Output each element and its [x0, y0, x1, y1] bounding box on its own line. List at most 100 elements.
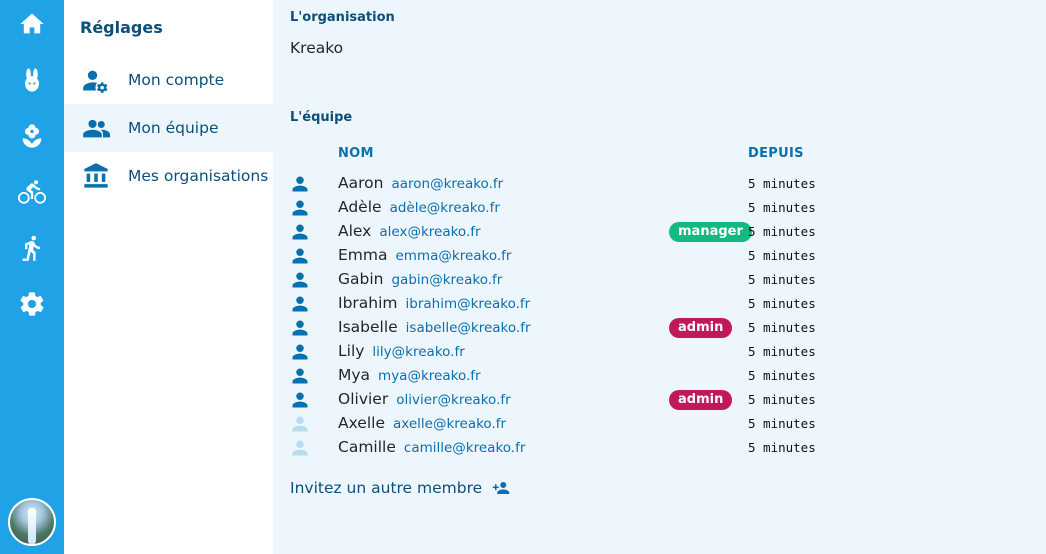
invite-member-button[interactable]: Invitez un autre membre — [290, 479, 510, 497]
bicycle-icon — [18, 180, 46, 204]
sidebar-item-label: Mon équipe — [128, 119, 219, 137]
member-name: Alex — [338, 222, 372, 240]
member-email[interactable]: olivier@kreako.fr — [396, 392, 510, 408]
user-avatar[interactable] — [8, 498, 56, 546]
organisation-name: Kreako — [290, 39, 344, 57]
team-member-row: Ibrahim ibrahim@kreako.fr 5 minutes — [273, 292, 1046, 316]
person-icon — [290, 222, 310, 242]
rabbit-icon — [25, 68, 39, 92]
person-icon — [290, 366, 310, 386]
home-button[interactable] — [14, 6, 50, 42]
member-name-cell: Aaron aaron@kreako.fr — [338, 174, 503, 192]
sidebar-item-label: Mon compte — [128, 71, 225, 89]
member-name: Emma — [338, 246, 388, 264]
member-email[interactable]: aaron@kreako.fr — [391, 176, 503, 192]
app-rail — [0, 0, 64, 554]
invite-member-label: Invitez un autre membre — [290, 479, 483, 497]
team-member-row: Lily lily@kreako.fr 5 minutes — [273, 340, 1046, 364]
member-since: 5 minutes — [748, 224, 816, 239]
member-name-cell: Mya mya@kreako.fr — [338, 366, 481, 384]
avatar-image — [28, 508, 36, 544]
member-name: Aaron — [338, 174, 384, 192]
team-member-row: Mya mya@kreako.fr 5 minutes — [273, 364, 1046, 388]
team-member-row: Gabin gabin@kreako.fr 5 minutes — [273, 268, 1046, 292]
member-name-cell: Emma emma@kreako.fr — [338, 246, 511, 264]
member-since: 5 minutes — [748, 200, 816, 215]
team-member-row: Alex alex@kreako.fr manager 5 minutes — [273, 220, 1046, 244]
bicycle-button[interactable] — [14, 174, 50, 210]
member-name-cell: Alex alex@kreako.fr — [338, 222, 481, 240]
person-icon — [290, 414, 310, 434]
member-email[interactable]: alex@kreako.fr — [379, 224, 480, 240]
member-name-cell: Axelle axelle@kreako.fr — [338, 414, 506, 432]
member-email[interactable]: isabelle@kreako.fr — [406, 320, 531, 336]
member-name: Mya — [338, 366, 371, 384]
flower-icon — [22, 124, 42, 148]
settings-button[interactable] — [14, 286, 50, 322]
person-icon — [290, 342, 310, 362]
hiking-icon — [22, 235, 41, 261]
person-icon — [290, 270, 310, 290]
person-icon — [290, 198, 310, 218]
member-name-cell: Ibrahim ibrahim@kreako.fr — [338, 294, 530, 312]
member-since: 5 minutes — [748, 416, 816, 431]
rabbit-button[interactable] — [14, 62, 50, 98]
bank-icon — [81, 161, 111, 191]
member-since: 5 minutes — [748, 440, 816, 455]
column-header-name: NOM — [338, 146, 374, 161]
hiking-button[interactable] — [14, 230, 50, 266]
person-icon — [290, 294, 310, 314]
flower-button[interactable] — [14, 118, 50, 154]
member-email[interactable]: gabin@kreako.fr — [391, 272, 502, 288]
sidebar-item-mon-compte[interactable]: Mon compte — [64, 56, 273, 104]
team-member-row: Emma emma@kreako.fr 5 minutes — [273, 244, 1046, 268]
member-since: 5 minutes — [748, 296, 816, 311]
team-member-row: Adèle adèle@kreako.fr 5 minutes — [273, 196, 1046, 220]
home-icon — [20, 13, 44, 34]
member-name-cell: Adèle adèle@kreako.fr — [338, 198, 500, 216]
member-name-cell: Gabin gabin@kreako.fr — [338, 270, 502, 288]
member-email[interactable]: emma@kreako.fr — [396, 248, 512, 264]
user-settings-icon — [81, 65, 111, 95]
sidebar-item-label: Mes organisations — [128, 167, 269, 185]
member-email[interactable]: lily@kreako.fr — [372, 344, 464, 360]
sidebar-item-mes-organisations[interactable]: Mes organisations — [64, 152, 273, 200]
team-member-row: Isabelle isabelle@kreako.fr admin 5 minutes — [273, 316, 1046, 340]
team-member-row: Camille camille@kreako.fr 5 minutes — [273, 436, 1046, 460]
member-name: Ibrahim — [338, 294, 398, 312]
member-name: Olivier — [338, 390, 389, 408]
organisation-title: L'organisation — [290, 10, 395, 25]
member-name: Adèle — [338, 198, 382, 216]
main-content: L'organisation Kreako L'équipe NOM DEPUI… — [273, 0, 1046, 554]
member-since: 5 minutes — [748, 272, 816, 287]
team-member-row: Olivier olivier@kreako.fr admin 5 minutes — [273, 388, 1046, 412]
column-header-since: DEPUIS — [748, 146, 804, 161]
member-email[interactable]: camille@kreako.fr — [404, 440, 526, 456]
sidebar-title: Réglages — [80, 18, 163, 37]
sidebar-item-mon-equipe[interactable]: Mon équipe — [64, 104, 273, 152]
person-icon — [290, 246, 310, 266]
person-icon — [290, 318, 310, 338]
settings-sidebar: Réglages Mon compte Mon équipe Mes organ… — [64, 0, 273, 554]
member-email[interactable]: adèle@kreako.fr — [390, 200, 500, 216]
member-email[interactable]: mya@kreako.fr — [378, 368, 481, 384]
member-email[interactable]: ibrahim@kreako.fr — [406, 296, 531, 312]
member-name: Gabin — [338, 270, 384, 288]
member-since: 5 minutes — [748, 368, 816, 383]
member-since: 5 minutes — [748, 344, 816, 359]
settings-gear-icon — [20, 292, 44, 316]
team-icon — [81, 113, 111, 143]
member-name: Lily — [338, 342, 365, 360]
member-since: 5 minutes — [748, 320, 816, 335]
role-badge: admin — [669, 318, 733, 338]
role-badge: manager — [669, 222, 752, 242]
member-name: Camille — [338, 438, 396, 456]
member-email[interactable]: axelle@kreako.fr — [393, 416, 506, 432]
member-name-cell: Olivier olivier@kreako.fr — [338, 390, 511, 408]
member-name-cell: Camille camille@kreako.fr — [338, 438, 525, 456]
role-badge: admin — [669, 390, 733, 410]
person-icon — [290, 174, 310, 194]
person-icon — [290, 390, 310, 410]
member-since: 5 minutes — [748, 176, 816, 191]
member-name: Isabelle — [338, 318, 398, 336]
